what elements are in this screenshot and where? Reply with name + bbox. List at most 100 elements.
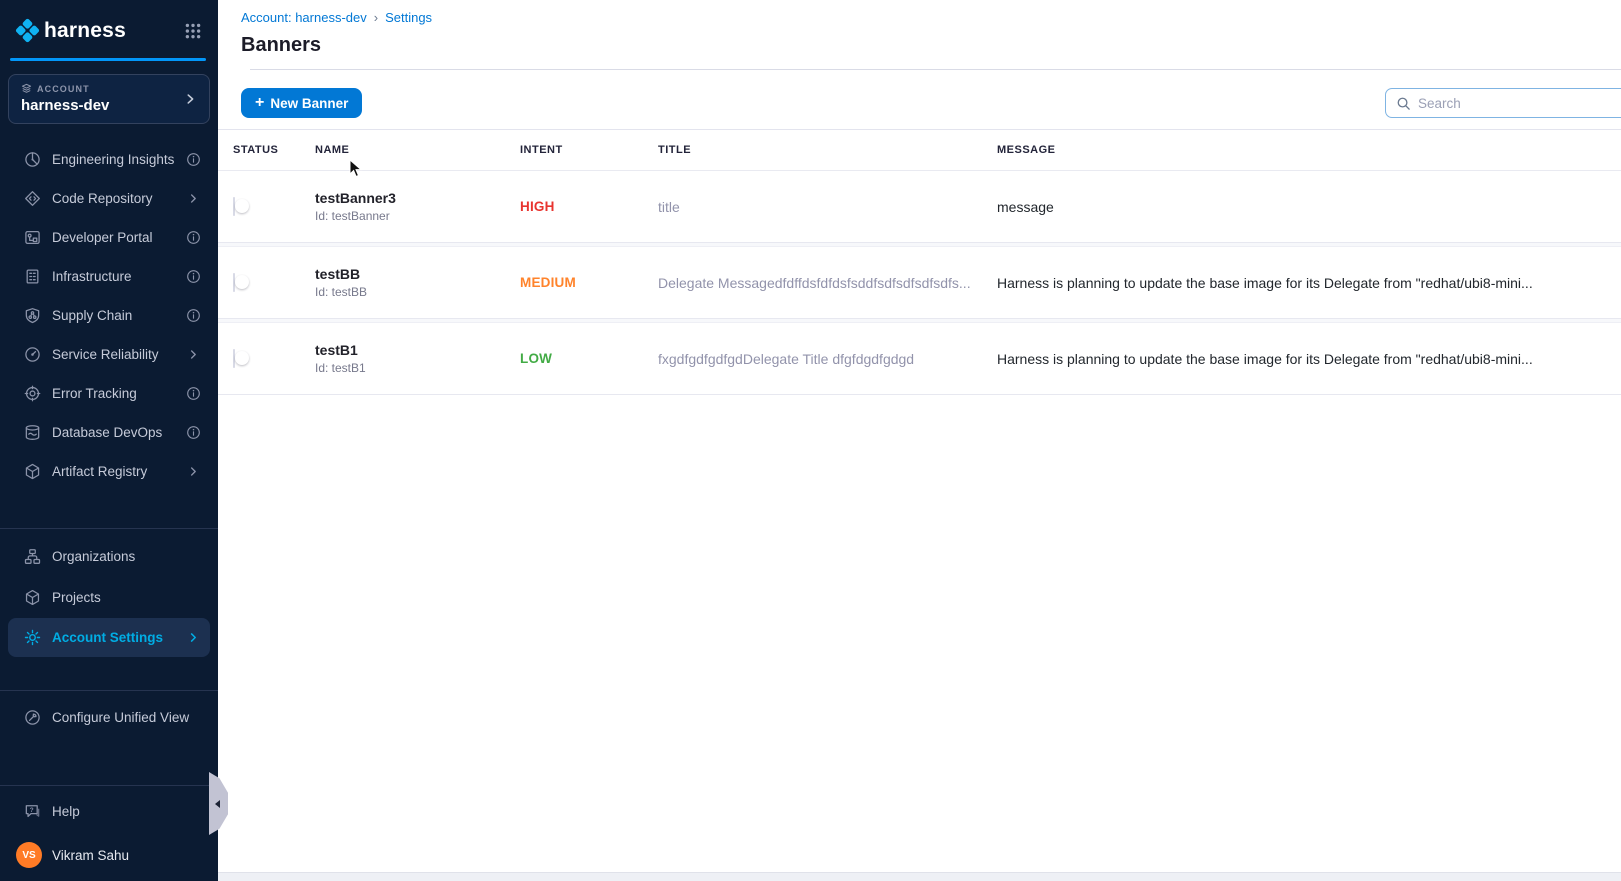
layers-icon [21,83,32,94]
sidebar-item-label: Code Repository [52,191,153,206]
name-cell: testBB Id: testBB [315,266,520,299]
main-content: Account: harness-dev › Settings Banners … [218,0,1621,881]
table-row[interactable]: testBanner3 Id: testBanner HIGH title me… [218,171,1621,243]
column-header-name[interactable]: NAME [315,144,520,156]
sidebar-item-organizations[interactable]: Organizations [0,536,218,577]
new-banner-label: New Banner [270,96,348,111]
sidebar-item-database-devops[interactable]: Database DevOps [0,413,218,452]
sidebar-item-label: Account Settings [52,630,163,645]
info-icon[interactable] [186,425,201,440]
help-label: Help [52,804,80,819]
info-icon[interactable] [186,308,201,323]
database-devops-icon [24,424,41,441]
code-repository-icon [24,190,41,207]
info-icon[interactable] [186,269,201,284]
banner-id: Id: testBanner [315,209,520,223]
projects-icon [24,589,41,606]
app-root: { "colors": { "accent": "#0278d5", "side… [0,0,1621,881]
name-cell: testBanner3 Id: testBanner [315,190,520,223]
column-header-message[interactable]: MESSAGE [997,144,1621,156]
sidebar-item-label: Organizations [52,549,135,564]
organizations-icon [24,548,41,565]
sidebar-item-code-repository[interactable]: Code Repository [0,179,218,218]
sidebar-item-label: Supply Chain [52,308,132,323]
intent-badge: LOW [520,351,658,366]
info-icon[interactable] [186,230,201,245]
developer-portal-icon [24,229,41,246]
divider [0,690,218,691]
banner-id: Id: testB1 [315,361,520,375]
account-switcher[interactable]: ACCOUNT harness-dev [8,74,210,124]
harness-logo-icon [14,17,41,44]
banner-title: fxgdfgdfgdfgdDelegate Title dfgfdgdfgdgd [658,351,997,367]
service-reliability-icon [24,346,41,363]
search-input[interactable] [1418,96,1621,111]
sidebar-item-label: Developer Portal [52,230,153,245]
new-banner-button[interactable]: + New Banner [241,88,362,118]
sidebar-item-supply-chain[interactable]: Supply Chain [0,296,218,335]
name-cell: testB1 Id: testB1 [315,342,520,375]
sidebar-item-projects[interactable]: Projects [0,577,218,618]
account-label: ACCOUNT [37,84,90,94]
banner-title: Delegate Messagedfdffdsfdfdsfsddfsdfsdfs… [658,275,997,291]
sidebar-item-label: Engineering Insights [52,152,174,167]
banner-message: Harness is planning to update the base i… [997,351,1621,367]
intent-badge: MEDIUM [520,275,658,290]
sidebar-item-label: Service Reliability [52,347,159,362]
banner-name: testBB [315,266,520,282]
sidebar-item-developer-portal[interactable]: Developer Portal [0,218,218,257]
sidebar-item-configure-unified-view[interactable]: Configure Unified View [0,697,218,738]
sidebar-modules: Engineering Insights Code Repository Dev… [0,140,218,491]
info-icon[interactable] [186,152,201,167]
supply-chain-icon [24,307,41,324]
sidebar-item-label: Artifact Registry [52,464,147,479]
table-row[interactable]: testB1 Id: testB1 LOW fxgdfgdfgdfgdDeleg… [218,323,1621,395]
banner-title: title [658,199,997,215]
user-name: Vikram Sahu [52,848,129,863]
sidebar-footer: ? Help VS Vikram Sahu [0,785,218,881]
status-toggle[interactable] [233,197,235,216]
chevron-right-icon [186,630,201,645]
help-button[interactable]: ? Help [0,792,218,830]
table-row[interactable]: testBB Id: testBB MEDIUM Delegate Messag… [218,247,1621,319]
info-icon[interactable] [186,386,201,401]
plus-icon: + [255,95,264,111]
sidebar-item-service-reliability[interactable]: Service Reliability [0,335,218,374]
sidebar-item-account-settings[interactable]: Account Settings [8,618,210,657]
account-label-row: ACCOUNT [21,83,183,94]
search-icon [1396,96,1411,111]
breadcrumb-settings-link[interactable]: Settings [385,10,432,25]
svg-text:?: ? [30,806,34,813]
sidebar-item-error-tracking[interactable]: Error Tracking [0,374,218,413]
status-toggle[interactable] [233,349,235,368]
banner-name: testB1 [315,342,520,358]
unified-view-icon [24,709,41,726]
breadcrumb-account-link[interactable]: Account: harness-dev [241,10,367,25]
sidebar-item-engineering-insights[interactable]: Engineering Insights [0,140,218,179]
sidebar-item-artifact-registry[interactable]: Artifact Registry [0,452,218,491]
sidebar-item-label: Projects [52,590,101,605]
chevron-right-icon [186,464,201,479]
avatar: VS [16,842,42,868]
sidebar-item-label: Error Tracking [52,386,137,401]
sidebar-item-label: Configure Unified View [52,710,189,725]
status-toggle[interactable] [233,273,235,292]
sidebar-item-label: Infrastructure [52,269,132,284]
user-menu[interactable]: VS Vikram Sahu [0,842,218,868]
error-tracking-icon [24,385,41,402]
help-icon: ? [24,803,41,820]
infrastructure-icon [24,268,41,285]
sidebar-general: Organizations Projects Account Settings [0,536,218,657]
horizontal-scrollbar[interactable] [218,872,1621,881]
divider [0,528,218,529]
column-header-status[interactable]: STATUS [233,144,315,156]
gear-icon [24,629,41,646]
page-title: Banners [241,34,1621,57]
sidebar-item-infrastructure[interactable]: Infrastructure [0,257,218,296]
logo-underline [10,58,206,61]
banner-message: Harness is planning to update the base i… [997,275,1621,291]
artifact-registry-icon [24,463,41,480]
module-grid-icon[interactable] [184,22,202,40]
column-header-intent[interactable]: INTENT [520,144,658,156]
column-header-title[interactable]: TITLE [658,144,997,156]
